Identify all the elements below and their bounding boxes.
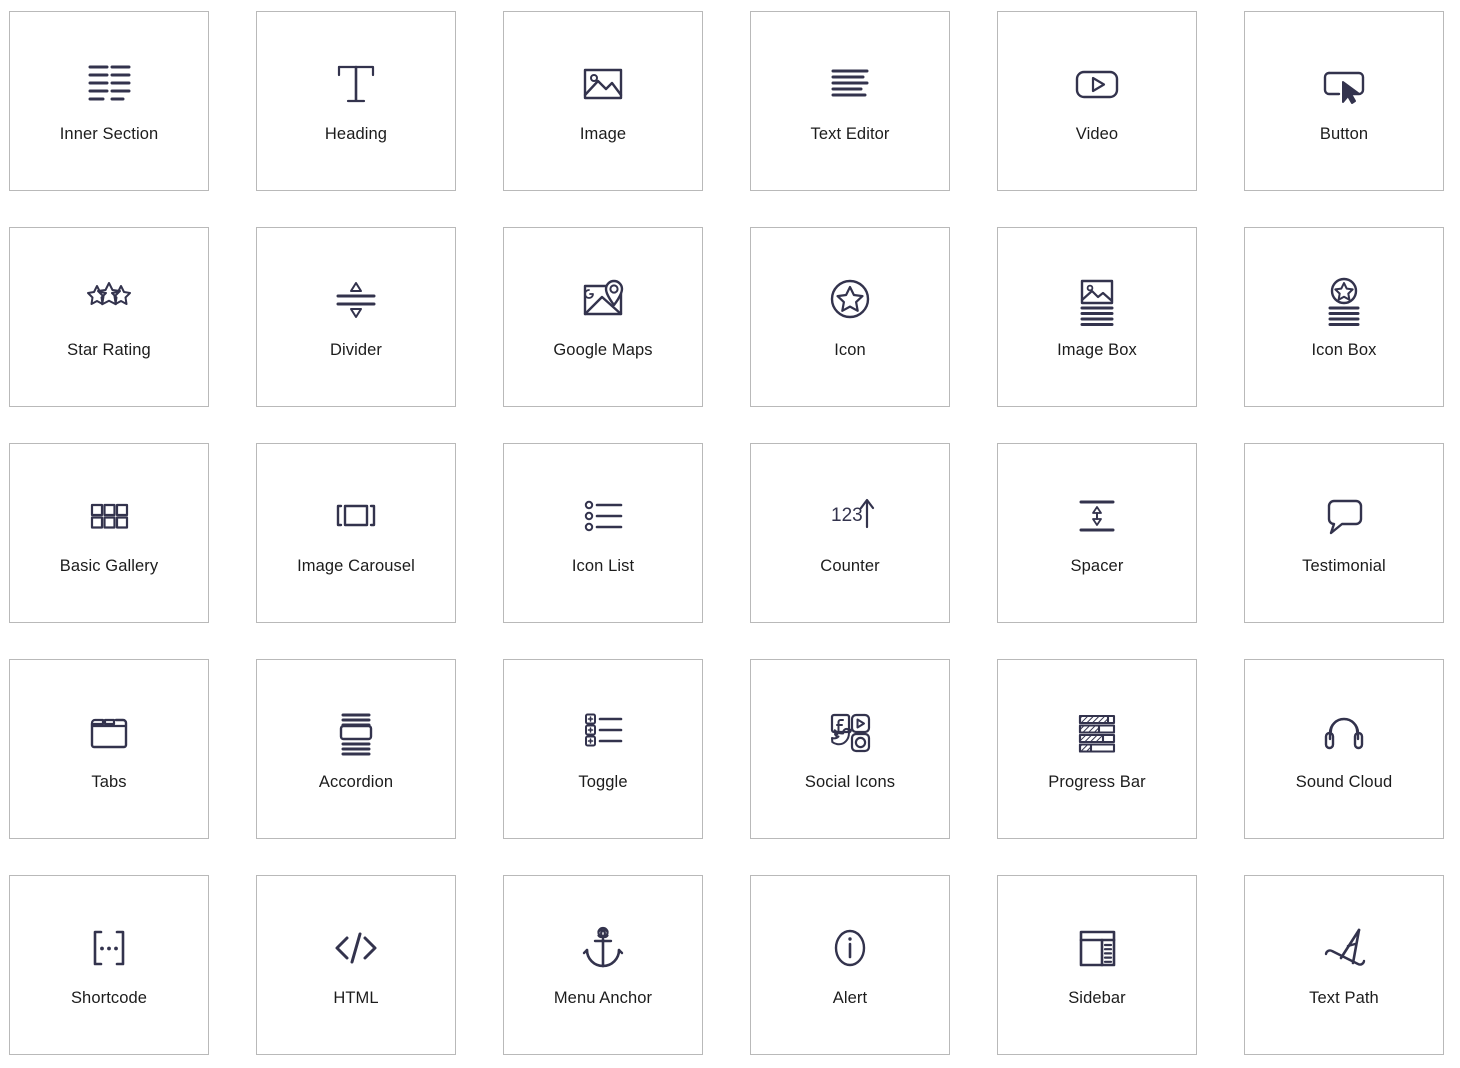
widget-label: Progress Bar bbox=[1048, 773, 1146, 792]
widget-label: Social Icons bbox=[804, 773, 896, 792]
shortcode-brackets-icon bbox=[82, 921, 136, 975]
widget-card-heading[interactable]: Heading bbox=[256, 11, 456, 191]
widget-label: Spacer bbox=[1070, 557, 1124, 576]
widget-label: Toggle bbox=[578, 773, 628, 792]
widget-card-menu-anchor[interactable]: Menu Anchor bbox=[503, 875, 703, 1055]
widget-label: Basic Gallery bbox=[59, 557, 159, 576]
widget-card-accordion[interactable]: Accordion bbox=[256, 659, 456, 839]
widget-label: Video bbox=[1075, 125, 1119, 144]
widget-card-text-path[interactable]: Text Path bbox=[1244, 875, 1444, 1055]
widget-card-inner-section[interactable]: Inner Section bbox=[9, 11, 209, 191]
widget-label: Counter bbox=[820, 557, 880, 576]
anchor-icon bbox=[576, 921, 630, 975]
widget-label: Icon bbox=[834, 341, 866, 360]
svg-text:123: 123 bbox=[831, 505, 863, 526]
progress-bar-icon bbox=[1070, 705, 1124, 759]
info-circle-icon bbox=[823, 921, 877, 975]
widget-card-shortcode[interactable]: Shortcode bbox=[9, 875, 209, 1055]
widget-card-spacer[interactable]: Spacer bbox=[997, 443, 1197, 623]
icon-box-icon bbox=[1317, 273, 1371, 327]
widget-card-basic-gallery[interactable]: Basic Gallery bbox=[9, 443, 209, 623]
widget-card-icon-box[interactable]: Icon Box bbox=[1244, 227, 1444, 407]
heading-icon bbox=[329, 57, 383, 111]
social-icons-icon bbox=[823, 705, 877, 759]
widget-label: Accordion bbox=[318, 773, 394, 792]
widget-label: Sidebar bbox=[1068, 989, 1126, 1008]
widget-card-video[interactable]: Video bbox=[997, 11, 1197, 191]
widget-label: Star Rating bbox=[67, 341, 151, 360]
widget-label: Google Maps bbox=[553, 341, 653, 360]
widget-label: Icon Box bbox=[1311, 341, 1377, 360]
widget-label: HTML bbox=[333, 989, 379, 1008]
widget-card-tabs[interactable]: Tabs bbox=[9, 659, 209, 839]
widget-card-text-editor[interactable]: Text Editor bbox=[750, 11, 950, 191]
widget-card-progress-bar[interactable]: Progress Bar bbox=[997, 659, 1197, 839]
widget-label: Divider bbox=[329, 341, 383, 360]
tabs-folder-icon bbox=[82, 705, 136, 759]
widget-label: Text Editor bbox=[810, 125, 890, 144]
widget-card-icon-list[interactable]: Icon List bbox=[503, 443, 703, 623]
widget-card-html[interactable]: HTML bbox=[256, 875, 456, 1055]
widget-label: Image Carousel bbox=[297, 557, 415, 576]
widget-card-social-icons[interactable]: Social Icons bbox=[750, 659, 950, 839]
counter-123-icon: 123 bbox=[823, 489, 877, 543]
icon-list-icon bbox=[576, 489, 630, 543]
widget-card-star-rating[interactable]: Star Rating bbox=[9, 227, 209, 407]
image-box-icon bbox=[1070, 273, 1124, 327]
image-carousel-icon bbox=[329, 489, 383, 543]
widget-label: Tabs bbox=[91, 773, 127, 792]
widget-card-testimonial[interactable]: Testimonial bbox=[1244, 443, 1444, 623]
widget-label: Text Path bbox=[1309, 989, 1379, 1008]
image-icon bbox=[576, 57, 630, 111]
widget-label: Heading bbox=[324, 125, 388, 144]
google-maps-icon bbox=[576, 273, 630, 327]
widget-label: Sound Cloud bbox=[1295, 773, 1393, 792]
widget-label: Menu Anchor bbox=[553, 989, 653, 1008]
sidebar-layout-icon bbox=[1070, 921, 1124, 975]
widget-label: Shortcode bbox=[70, 989, 148, 1008]
widget-card-image-carousel[interactable]: Image Carousel bbox=[256, 443, 456, 623]
widget-label: Icon List bbox=[571, 557, 635, 576]
basic-gallery-icon bbox=[82, 489, 136, 543]
widget-card-alert[interactable]: Alert bbox=[750, 875, 950, 1055]
widget-card-sound-cloud[interactable]: Sound Cloud bbox=[1244, 659, 1444, 839]
widget-label: Inner Section bbox=[59, 125, 159, 144]
button-cursor-icon bbox=[1317, 57, 1371, 111]
star-rating-icon bbox=[82, 273, 136, 327]
widget-card-icon[interactable]: Icon bbox=[750, 227, 950, 407]
widget-card-image[interactable]: Image bbox=[503, 11, 703, 191]
toggle-plus-list-icon bbox=[576, 705, 630, 759]
widget-card-image-box[interactable]: Image Box bbox=[997, 227, 1197, 407]
widget-label: Image bbox=[579, 125, 627, 144]
divider-icon bbox=[329, 273, 383, 327]
testimonial-quote-icon bbox=[1317, 489, 1371, 543]
widget-label: Testimonial bbox=[1302, 557, 1386, 576]
widget-card-button[interactable]: Button bbox=[1244, 11, 1444, 191]
text-path-icon bbox=[1317, 921, 1371, 975]
headphones-icon bbox=[1317, 705, 1371, 759]
widget-card-google-maps[interactable]: Google Maps bbox=[503, 227, 703, 407]
widget-card-toggle[interactable]: Toggle bbox=[503, 659, 703, 839]
spacer-icon bbox=[1070, 489, 1124, 543]
widget-label: Alert bbox=[832, 989, 868, 1008]
widget-label: Image Box bbox=[1057, 341, 1137, 360]
widget-card-divider[interactable]: Divider bbox=[256, 227, 456, 407]
widget-card-counter[interactable]: 123 Counter bbox=[750, 443, 950, 623]
star-circle-icon bbox=[823, 273, 877, 327]
widget-card-sidebar[interactable]: Sidebar bbox=[997, 875, 1197, 1055]
accordion-icon bbox=[329, 705, 383, 759]
html-code-icon bbox=[329, 921, 383, 975]
widget-label: Button bbox=[1319, 125, 1369, 144]
text-editor-icon bbox=[823, 57, 877, 111]
elements-widget-grid: Inner Section Heading Image Text Editor Vide… bbox=[0, 0, 1460, 1055]
video-play-icon bbox=[1070, 57, 1124, 111]
inner-section-icon bbox=[82, 57, 136, 111]
